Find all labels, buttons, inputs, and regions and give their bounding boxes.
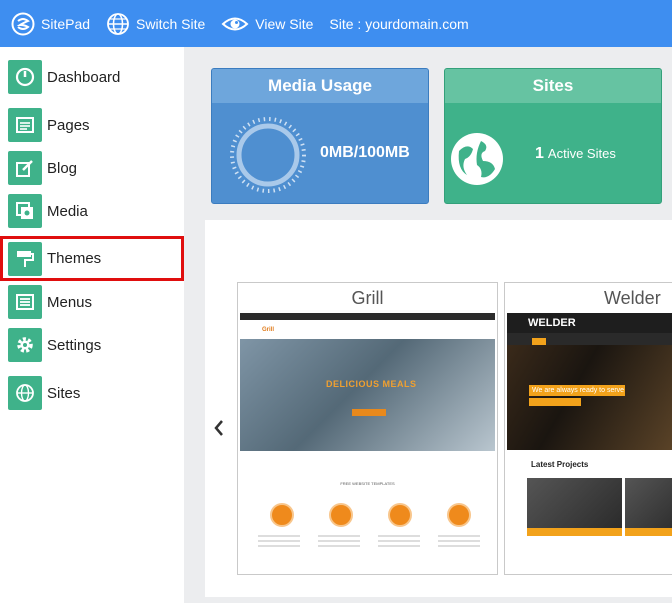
media-icon [8, 194, 42, 228]
sidebar-item-pages[interactable]: Pages [0, 105, 184, 145]
preview-feature-text [258, 535, 480, 550]
project-image [625, 478, 672, 536]
globe-icon [107, 12, 129, 35]
sidebar-item-label: Dashboard [47, 68, 121, 86]
sidebar-item-settings[interactable]: Settings [0, 325, 184, 365]
current-site-label: Site : yourdomain.com [329, 15, 469, 32]
preview-hero-image: We are always ready to serve [507, 345, 672, 450]
usage-gauge-icon [230, 117, 306, 193]
preview-shop-button [352, 409, 386, 416]
sidebar-item-media[interactable]: Media [0, 191, 184, 231]
chevron-left-icon [214, 420, 223, 436]
feature-circle-icon [388, 503, 412, 527]
sites-card-title: Sites [445, 69, 661, 103]
preview-topbar [240, 313, 495, 320]
paint-roller-icon [8, 241, 42, 276]
sidebar-item-sites[interactable]: Sites [0, 373, 184, 413]
view-site-link[interactable]: View Site [221, 12, 313, 36]
sitepad-logo[interactable]: SitePad [11, 12, 90, 36]
theme-preview-grill: Grill DELICIOUS MEALS FREE WEBSITE TEMPL… [240, 313, 495, 574]
sidebar-item-label: Themes [47, 250, 102, 267]
preview-nav [507, 333, 672, 346]
preview-feature-icons [270, 503, 471, 527]
media-usage-card: Media Usage 0MB/100MB [211, 68, 429, 204]
sidebar-item-label: Pages [47, 116, 90, 134]
sidebar-item-label: Media [47, 202, 88, 220]
feature-circle-icon [447, 503, 471, 527]
project-image [527, 478, 622, 536]
view-site-label: View Site [255, 15, 314, 32]
sidebar-item-dashboard[interactable]: Dashboard [0, 57, 184, 97]
sidebar-item-label: Sites [47, 384, 81, 402]
switch-site-link[interactable]: Switch Site [106, 12, 205, 36]
pages-icon [8, 108, 42, 142]
sitepad-label: SitePad [41, 15, 91, 32]
sidebar-item-themes[interactable]: Themes [0, 236, 184, 281]
sitepad-logo-icon [11, 12, 35, 35]
theme-card-grill[interactable]: Grill Grill DELICIOUS MEALS FREE WEBSITE… [237, 282, 498, 575]
sites-count-number: 1 [535, 145, 544, 162]
feature-circle-icon [270, 503, 294, 527]
preview-brand: WELDER [507, 313, 672, 333]
sidebar-item-blog[interactable]: Blog [0, 148, 184, 188]
theme-name: Welder [604, 287, 661, 308]
theme-preview-welder: WELDER We are always ready to serve Late… [507, 313, 672, 574]
list-icon [8, 285, 42, 319]
sidebar-item-menus[interactable]: Menus [0, 282, 184, 322]
top-bar: SitePad Switch Site View Site Site : you… [0, 0, 672, 47]
preview-banner-sub [529, 398, 581, 406]
sidebar-item-label: Blog [47, 159, 78, 177]
dashboard-icon [8, 60, 42, 94]
edit-icon [8, 151, 42, 185]
globe-icon [8, 376, 42, 410]
switch-site-label: Switch Site [136, 15, 206, 32]
sites-count-label: Active Sites [547, 146, 616, 161]
theme-name: Grill [351, 287, 384, 308]
preview-headline: DELICIOUS MEALS [326, 379, 417, 389]
sidebar-item-label: Settings [47, 336, 102, 354]
feature-circle-icon [329, 503, 353, 527]
eye-icon [221, 17, 249, 30]
preview-brand: Grill [262, 326, 275, 333]
preview-section-title: Latest Projects [531, 460, 589, 469]
preview-section-title: FREE WEBSITE TEMPLATES [340, 481, 395, 486]
theme-card-welder[interactable]: Welder WELDER We are always ready to ser… [504, 282, 672, 575]
active-sites-count: 1 Active Sites [535, 145, 616, 163]
sidebar-item-label: Menus [47, 293, 93, 311]
carousel-prev-button[interactable] [213, 419, 225, 443]
media-usage-title: Media Usage [212, 69, 428, 103]
earth-icon [451, 133, 503, 185]
gear-icon [8, 328, 42, 362]
preview-project-images [527, 478, 672, 536]
sites-card: Sites 1 Active Sites [444, 68, 662, 204]
preview-hero-image: DELICIOUS MEALS [240, 339, 495, 451]
media-usage-value: 0MB/100MB [320, 144, 410, 161]
preview-banner: We are always ready to serve [529, 385, 625, 396]
sidebar: Dashboard Pages Blog Media Themes Menus … [0, 47, 184, 603]
